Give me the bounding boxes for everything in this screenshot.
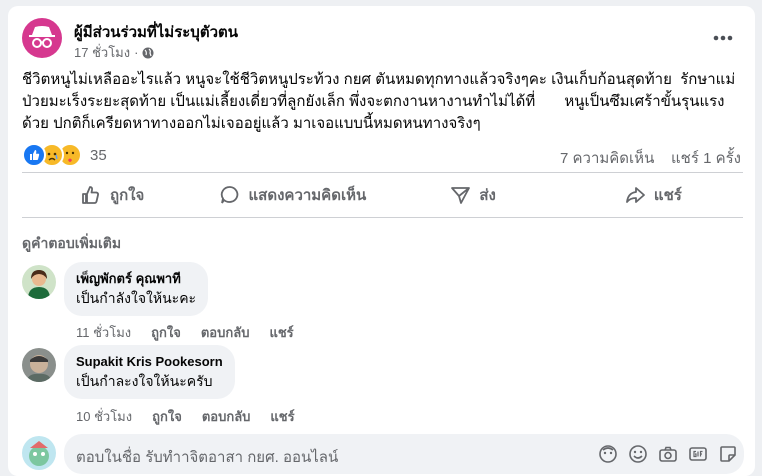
separator-dot: · <box>134 45 139 60</box>
thumbs-up-icon <box>30 150 40 160</box>
globe-icon <box>142 47 154 58</box>
comments-count[interactable]: 7 ความคิดเห็น <box>560 150 654 167</box>
share-button[interactable]: แชร์ <box>563 174 743 216</box>
divider-bottom <box>22 217 743 218</box>
profile-photo-icon <box>22 265 56 299</box>
post-author[interactable]: ผู้มีส่วนร่วมที่ไม่ระบุตัวตน <box>74 20 238 44</box>
more-dots-icon <box>713 35 733 41</box>
view-more-replies[interactable]: ดูคำตอบเพิ่มเติม <box>22 233 121 255</box>
comment-reply-button[interactable]: ตอบกลับ <box>202 406 251 427</box>
comment-share-button[interactable]: แชร์ <box>270 406 294 427</box>
post-text: ชีวิตหนูไม่เหลืออะไรแล้ว หนูจะใช้ชีวิตหน… <box>22 71 736 132</box>
reactions-summary[interactable]: 35 <box>22 143 107 167</box>
commenter-avatar[interactable] <box>22 348 56 382</box>
emoji-icon[interactable] <box>628 444 648 464</box>
comment-meta: 10 ชั่วโมง ถูกใจ ตอบกลับ แชร์ <box>76 406 295 427</box>
send-icon <box>451 187 471 204</box>
comment-time[interactable]: 11 ชั่วโมง <box>76 322 131 343</box>
reply-placeholder: ตอบในชื่อ รับทำาจิตอาสา กยศ. ออนไลน์ <box>76 449 339 466</box>
comment-label: แสดงความคิดเห็น <box>248 187 367 204</box>
divider-top <box>22 172 743 173</box>
profile-photo-icon <box>22 348 56 382</box>
reply-input[interactable]: ตอบในชื่อ รับทำาจิตอาสา กยศ. ออนไลน์ <box>64 434 744 474</box>
profile-photo-icon <box>22 436 56 470</box>
avatar-sticker-icon[interactable] <box>598 444 618 464</box>
comment-meta: 11 ชั่วโมง ถูกใจ ตอบกลับ แชร์ <box>76 322 294 343</box>
comment-bubble: Supakit Kris Pookesorn เป็นกำละงใจให้นะค… <box>64 345 235 399</box>
gif-icon[interactable] <box>688 444 708 464</box>
post-stats: 7 ความคิดเห็น แชร์ 1 ครั้ง <box>560 146 741 170</box>
incognito-icon <box>29 26 55 48</box>
send-button[interactable]: ส่ง <box>383 174 563 216</box>
sticker-icon[interactable] <box>718 444 738 464</box>
post-time[interactable]: 17 ชั่วโมง <box>74 42 130 63</box>
comment-text: เป็นกำลังใจให้นะคะ <box>76 290 197 306</box>
comment-author[interactable]: เพ็ญพักตร์ คุณพาที <box>76 270 196 288</box>
comment-button[interactable]: แสดงความคิดเห็น <box>202 174 382 216</box>
comment-reply-button[interactable]: ตอบกลับ <box>201 322 250 343</box>
more-options-button[interactable] <box>713 28 733 46</box>
current-user-avatar[interactable] <box>22 436 56 470</box>
comment-time[interactable]: 10 ชั่วโมง <box>76 406 132 427</box>
camera-icon[interactable] <box>658 444 678 464</box>
comment-like-button[interactable]: ถูกใจ <box>151 322 181 343</box>
like-label: ถูกใจ <box>109 187 145 204</box>
like-icon <box>82 186 99 204</box>
comment-author[interactable]: Supakit Kris Pookesorn <box>76 353 223 371</box>
comment-icon <box>220 186 238 204</box>
comment-like-button[interactable]: ถูกใจ <box>152 406 182 427</box>
post-card: ผู้มีส่วนร่วมที่ไม่ระบุตัวตน 17 ชั่วโมง … <box>8 6 755 476</box>
comment-text: เป็นกำละงใจให้นะครับ <box>76 373 213 389</box>
like-reaction-icon <box>22 143 46 167</box>
commenter-avatar[interactable] <box>22 265 56 299</box>
send-label: ส่ง <box>479 187 496 204</box>
reply-tools <box>598 444 738 464</box>
reaction-count: 35 <box>90 146 107 164</box>
share-icon <box>626 187 645 203</box>
post-actions: ถูกใจ แสดงความคิดเห็น ส่ง แชร์ <box>22 174 743 216</box>
anonymous-avatar[interactable] <box>22 18 62 58</box>
comment-bubble: เพ็ญพักตร์ คุณพาที เป็นกำลังใจให้นะคะ <box>64 262 209 316</box>
comment-share-button[interactable]: แชร์ <box>269 322 293 343</box>
like-button[interactable]: ถูกใจ <box>22 174 202 216</box>
share-label: แชร์ <box>653 187 682 204</box>
post-meta: 17 ชั่วโมง · <box>74 42 154 63</box>
shares-count[interactable]: แชร์ 1 ครั้ง <box>671 150 741 167</box>
